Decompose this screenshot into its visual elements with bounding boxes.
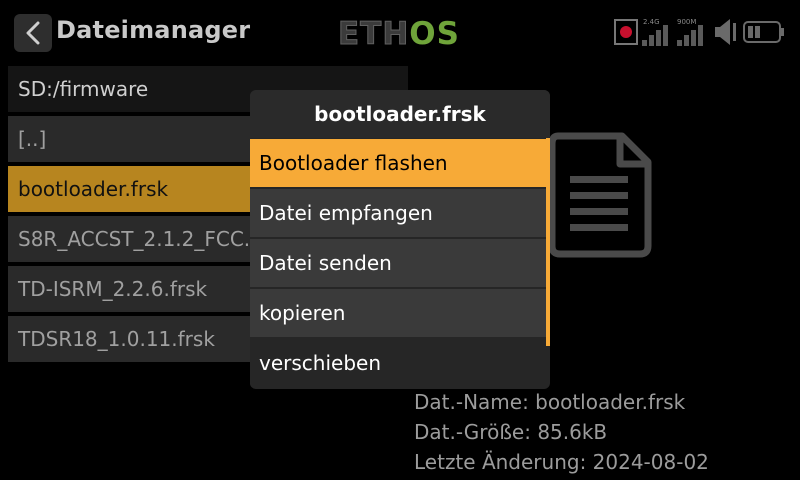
chevron-left-icon [26,21,40,45]
menu-item-send-file[interactable]: Datei senden [250,239,546,287]
signal-24g-icon: 2.4G [642,18,668,46]
menu-scrollbar[interactable] [546,138,550,346]
menu-title: bootloader.frsk [250,90,550,138]
battery-icon [743,21,784,43]
file-size-info: Dat.-Größe: 85.6kB [414,420,608,444]
svg-text:ETHOS: ETHOS [338,16,460,50]
header-bar: Dateimanager ETHOS 2.4G 900M [0,0,800,62]
file-modified-info: Letzte Änderung: 2024-08-02 [414,450,709,474]
menu-item-flash-bootloader[interactable]: Bootloader flashen [250,139,546,187]
speaker-icon [715,19,736,45]
radio-24g-label: 2.4G [643,18,660,26]
context-menu: bootloader.frsk Bootloader flashen Datei… [250,90,550,389]
menu-item-move[interactable]: verschieben [250,339,546,387]
status-icons: 2.4G 900M [614,18,784,46]
signal-900m-icon: 900M [677,18,703,46]
radio-900m-label: 900M [677,18,696,26]
record-icon [614,19,638,45]
document-icon [548,132,652,258]
menu-item-copy[interactable]: kopieren [250,289,546,337]
page-title: Dateimanager [56,16,251,44]
file-name-info: Dat.-Name: bootloader.frsk [414,390,686,414]
ethos-logo: ETHOS [338,16,460,51]
back-button[interactable] [14,14,52,52]
menu-item-receive-file[interactable]: Datei empfangen [250,189,546,237]
